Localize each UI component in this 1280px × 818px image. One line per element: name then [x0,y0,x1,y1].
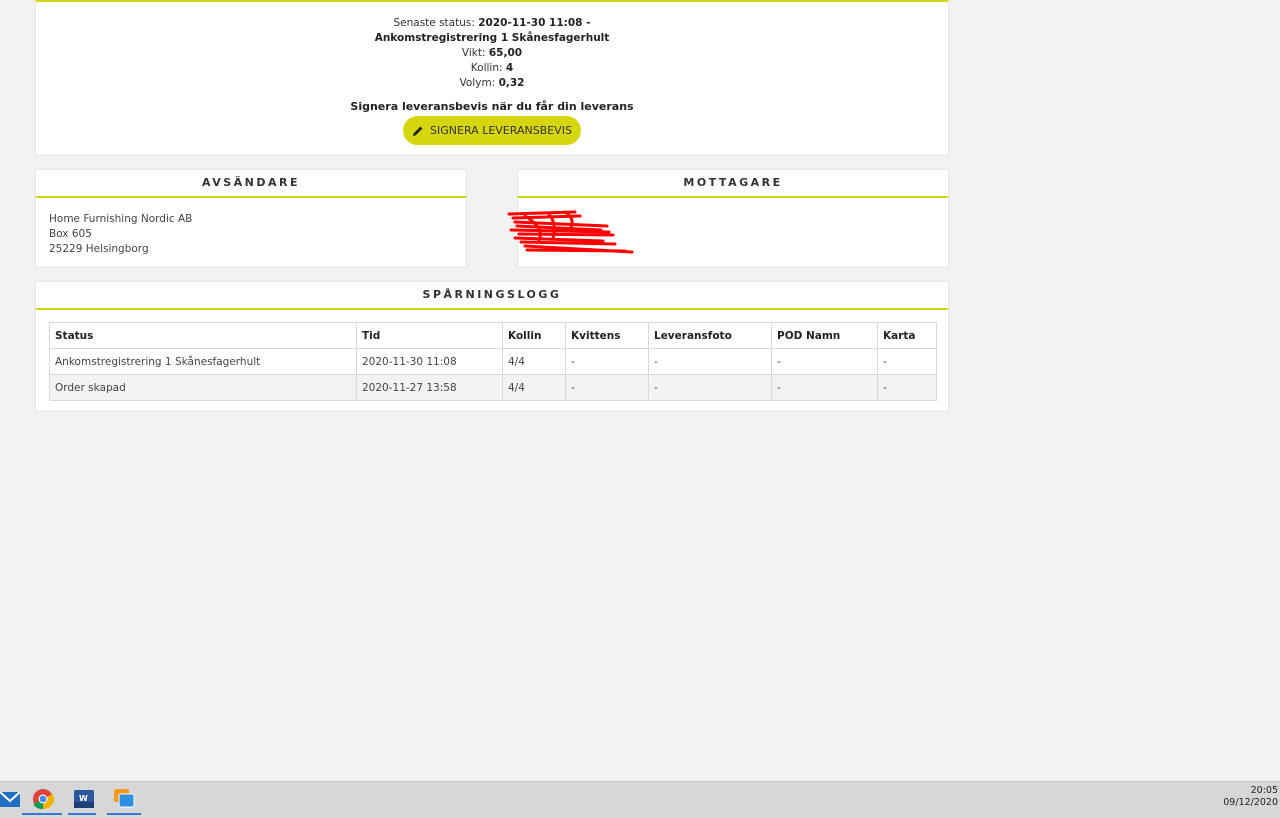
cell-receipt: - [565,348,649,375]
sender-box: Box 605 [49,228,92,240]
taskbar-clock[interactable]: 20:05 09/12/2020 [1223,785,1278,809]
column-status: Status [49,322,357,349]
cell-time: 2020-11-30 11:08 [356,348,503,375]
parcels-label: Kollin: [470,62,503,74]
chrome-icon[interactable] [30,786,56,812]
parcels-value: 4 [505,62,514,74]
mail-icon[interactable] [0,786,24,812]
cell-parcels: 4/4 [502,348,566,375]
volume-value: 0,32 [498,77,525,89]
tracking-log-card: SPÅRNINGSLOGG Status Tid Kollin Kvittens… [35,281,949,412]
sender-address: Home Furnishing Nordic AB Box 605 25229 … [36,198,466,271]
status-datetime: 2020-11-30 11:08 - [478,17,591,29]
column-map: Karta [877,322,937,349]
column-parcels: Kollin [502,322,566,349]
cell-status: Ankomstregistrering 1 Skånesfagerhult [49,348,357,375]
tracking-log-table: Status Tid Kollin Kvittens Leveransfoto … [49,322,937,401]
remote-desktop-icon[interactable] [111,786,137,812]
redaction-scribble [507,210,634,254]
taskbar-active-indicator [22,813,62,815]
receiver-title: MOTTAGARE [518,170,948,198]
pencil-icon [413,126,423,136]
status-event: Ankomstregistrering 1 Skånesfagerhult [374,32,610,44]
svg-text:W: W [79,794,88,803]
cell-delivery-photo: - [648,348,772,375]
table-header-row: Status Tid Kollin Kvittens Leveransfoto … [49,322,937,349]
column-receipt: Kvittens [565,322,649,349]
parcels-line: Kollin: 4 [36,61,948,76]
taskbar-active-indicator [107,813,141,815]
sign-button-label: SIGNERA LEVERANSBEVIS [430,124,572,137]
sender-title: AVSÄNDARE [36,170,466,198]
word-icon[interactable]: W [71,786,97,812]
status-card: Senaste status: 2020-11-30 11:08 - Ankom… [35,0,949,156]
weight-label: Vikt: [461,47,486,59]
cell-parcels: 4/4 [502,374,566,401]
cell-status: Order skapad [49,374,357,401]
log-title: SPÅRNINGSLOGG [36,282,948,310]
cell-delivery-photo: - [648,374,772,401]
sign-delivery-proof-button[interactable]: SIGNERA LEVERANSBEVIS [403,116,581,145]
weight-value: 65,00 [488,47,523,59]
cell-pod-name: - [771,374,878,401]
taskbar-active-indicator [68,813,96,815]
table-row: Ankomstregistrering 1 Skånesfagerhult 20… [49,348,937,375]
cell-map: - [877,374,937,401]
weight-line: Vikt: 65,00 [36,46,948,61]
column-pod-name: POD Namn [771,322,878,349]
column-delivery-photo: Leveransfoto [648,322,772,349]
status-label: Senaste status: [393,17,475,29]
column-time: Tid [356,322,503,349]
status-summary: Senaste status: 2020-11-30 11:08 - Ankom… [36,2,948,145]
cell-time: 2020-11-27 13:58 [356,374,503,401]
clock-time: 20:05 [1250,785,1278,796]
sender-name: Home Furnishing Nordic AB [49,213,193,225]
volume-line: Volym: 0,32 [36,76,948,91]
sender-card: AVSÄNDARE Home Furnishing Nordic AB Box … [35,169,467,268]
cell-map: - [877,348,937,375]
table-row: Order skapad 2020-11-27 13:58 4/4 - - - … [49,374,937,401]
sign-prompt: Signera leveransbevis när du får din lev… [350,100,634,113]
cell-receipt: - [565,374,649,401]
cell-pod-name: - [771,348,878,375]
clock-date: 09/12/2020 [1223,797,1278,808]
status-line: Senaste status: 2020-11-30 11:08 - [36,16,948,31]
taskbar: W 20:05 09/12/2020 [0,781,1280,818]
volume-label: Volym: [459,77,496,89]
sender-city: 25229 Helsingborg [49,243,149,255]
